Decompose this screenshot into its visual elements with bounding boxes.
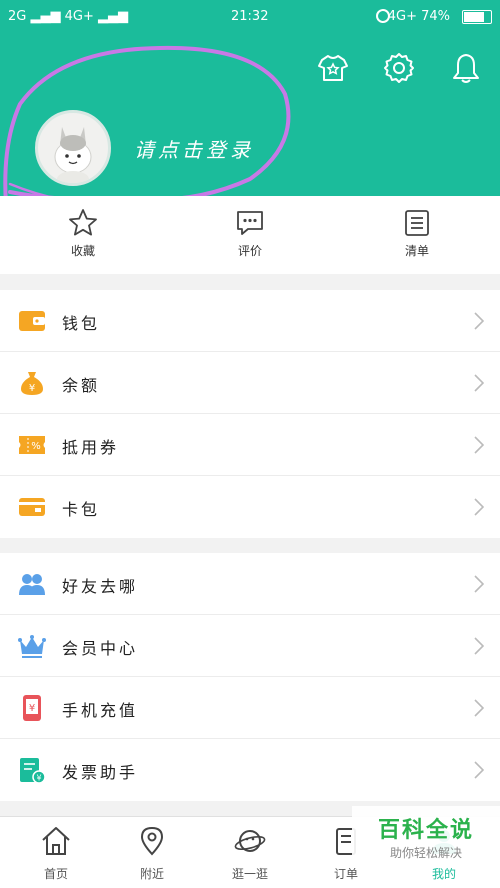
coupon-label: 抵用券 <box>62 438 120 457</box>
planet-icon <box>234 830 266 852</box>
list-icon <box>405 210 429 236</box>
card-icon <box>19 498 45 516</box>
reviews-label: 评价 <box>237 244 262 258</box>
battery-icon <box>462 10 492 24</box>
friends-label: 好友去哪 <box>62 577 139 596</box>
favorites-button[interactable]: 收藏 <box>33 208 133 259</box>
chevron-right-icon <box>474 436 484 454</box>
card-wallet-label: 卡包 <box>62 500 101 519</box>
chevron-right-icon <box>474 637 484 655</box>
phone-topup-label: 手机充值 <box>62 701 139 720</box>
svg-text:%: % <box>31 441 41 452</box>
nav-browse[interactable]: 逛一逛 <box>200 825 300 882</box>
phone-topup-row[interactable]: ¥ 手机充值 <box>0 677 500 739</box>
star-icon <box>69 209 97 236</box>
crown-icon <box>18 635 46 658</box>
coupon-icon: % <box>19 436 45 454</box>
chevron-right-icon <box>474 699 484 717</box>
nav-home-label: 首页 <box>43 867 68 881</box>
friends-row[interactable]: 好友去哪 <box>0 553 500 615</box>
services-section: 好友去哪 会员中心 ¥ 手机充值 ¥ 发票助手 <box>0 553 500 801</box>
chevron-right-icon <box>474 374 484 392</box>
list-button[interactable]: 清单 <box>367 208 467 259</box>
chevron-right-icon <box>474 498 484 516</box>
location-icon <box>140 826 164 856</box>
profile-icon <box>432 830 456 854</box>
invoice-label: 发票助手 <box>62 763 139 782</box>
balance-label: 余额 <box>62 376 101 395</box>
membership-label: 会员中心 <box>62 639 139 658</box>
nav-home[interactable]: 首页 <box>6 825 106 882</box>
bell-icon[interactable] <box>448 50 484 86</box>
comment-icon <box>237 211 263 235</box>
login-prompt[interactable]: 请点击登录 <box>134 134 254 163</box>
money-bag-icon: ¥ <box>21 372 43 395</box>
card-wallet-row[interactable]: 卡包 <box>0 476 500 538</box>
avatar[interactable] <box>35 110 111 186</box>
gear-icon[interactable] <box>381 50 417 86</box>
wallet-row[interactable]: 钱包 <box>0 290 500 352</box>
signal-indicator: 2G ▂▄▆ 4G+ ▂▄▆ <box>8 9 128 24</box>
favorites-label: 收藏 <box>70 244 95 258</box>
nav-mine[interactable]: 我的 <box>394 825 494 882</box>
chevron-right-icon <box>474 761 484 779</box>
nav-nearby[interactable]: 附近 <box>102 825 202 882</box>
wallet-icon <box>19 311 45 331</box>
invoice-row[interactable]: ¥ 发票助手 <box>0 739 500 801</box>
invoice-icon: ¥ <box>20 758 46 784</box>
nav-orders[interactable]: 订单 <box>296 825 396 882</box>
phone-topup-icon: ¥ <box>23 695 41 721</box>
clock: 21:32 <box>231 9 269 24</box>
nav-nearby-label: 附近 <box>139 867 164 881</box>
wallet-label: 钱包 <box>62 314 101 333</box>
nav-orders-label: 订单 <box>333 867 358 881</box>
svg-text:¥: ¥ <box>29 703 35 714</box>
profile-header: 请点击登录 <box>0 34 500 196</box>
status-bar: 2G ▂▄▆ 4G+ ▂▄▆ 21:32 4G+ 74% <box>0 0 500 34</box>
home-icon <box>42 827 70 855</box>
svg-text:¥: ¥ <box>36 774 41 783</box>
list-label: 清单 <box>404 244 429 258</box>
coupon-row[interactable]: % 抵用券 <box>0 414 500 476</box>
nav-mine-label: 我的 <box>431 867 456 881</box>
order-icon <box>336 828 356 855</box>
bottom-nav: 首页 附近 逛一逛 订单 我的 <box>0 816 500 888</box>
quick-actions: 收藏 评价 清单 <box>0 196 500 274</box>
membership-row[interactable]: 会员中心 <box>0 615 500 677</box>
network-battery-text: 4G+ 74% <box>387 9 450 24</box>
shirt-star-icon[interactable] <box>315 50 351 86</box>
balance-row[interactable]: ¥ 余额 <box>0 352 500 414</box>
friends-icon <box>19 574 45 595</box>
chevron-right-icon <box>474 312 484 330</box>
wallet-section: 钱包 ¥ 余额 % 抵用券 卡包 <box>0 290 500 538</box>
reviews-button[interactable]: 评价 <box>200 208 300 259</box>
nav-browse-label: 逛一逛 <box>231 867 268 881</box>
svg-text:¥: ¥ <box>29 383 35 394</box>
chevron-right-icon <box>474 575 484 593</box>
